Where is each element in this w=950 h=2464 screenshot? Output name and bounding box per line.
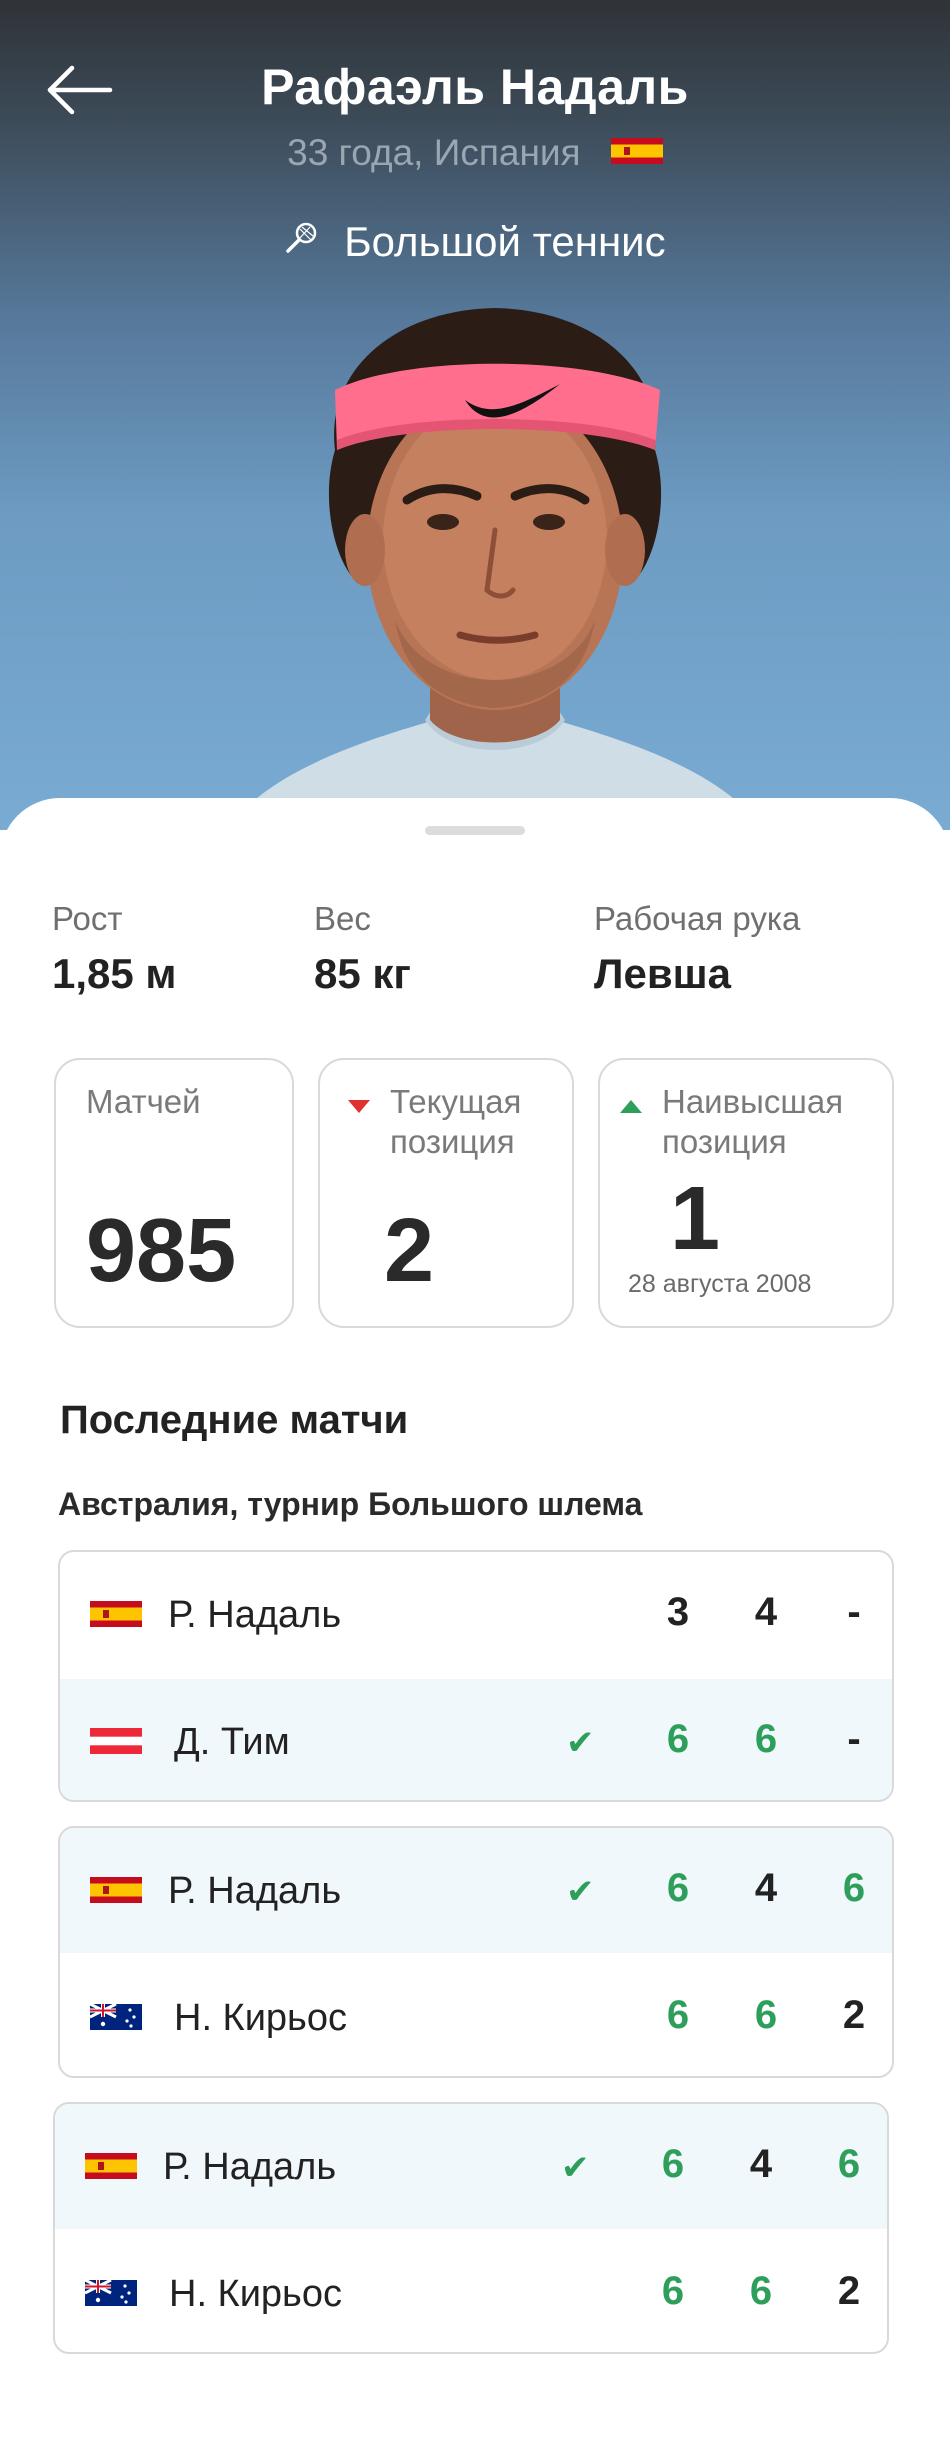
attr-height-value: 1,85 м <box>52 950 177 997</box>
spain-flag-icon <box>610 131 663 173</box>
spain-flag-icon <box>90 1601 142 1632</box>
attr-hand-label: Рабочая рука <box>594 900 801 937</box>
player-name-cell: Р. Надаль <box>168 1594 342 1636</box>
stat-card-matches: Матчей 985 <box>54 1058 294 1328</box>
set-score: - <box>847 1717 861 1761</box>
trend-down-icon <box>348 1100 370 1113</box>
austria-flag-icon <box>90 1728 142 1759</box>
set-score: 6 <box>754 1717 778 1761</box>
trend-up-icon <box>620 1100 642 1113</box>
set-score: 4 <box>754 1866 778 1910</box>
australia-flag-icon <box>84 2278 137 2311</box>
attr-weight-value: 85 кг <box>314 950 411 997</box>
attr-hand-value: Левша <box>594 950 732 997</box>
match-row-winner: Р. Надаль ✔ 6 4 6 <box>55 2104 887 2229</box>
match-card[interactable]: Р. Надаль ✔ 6 4 6 Н. Кирьос 6 6 2 <box>53 2102 889 2354</box>
player-name-cell: Н. Кирьос <box>169 2273 342 2315</box>
set-score: 6 <box>837 2142 861 2186</box>
match-row-winner: Д. Тим ✔ 6 6 - <box>60 1679 892 1800</box>
set-score: 2 <box>842 1993 866 2037</box>
winner-check-icon: ✔ <box>561 2149 590 2187</box>
drag-handle[interactable] <box>425 826 525 835</box>
match-row: Н. Кирьос 6 6 2 <box>55 2231 887 2352</box>
set-score: 6 <box>666 1993 690 2037</box>
set-score: 6 <box>666 1866 690 1910</box>
stat-highest-label: Наивысшая позиция <box>662 1083 844 1160</box>
stat-card-highest-position: Наивысшая позиция 1 28 августа 2008 <box>598 1058 894 1328</box>
set-score: 6 <box>661 2269 685 2313</box>
match-row-winner: Р. Надаль ✔ 6 4 6 <box>60 1828 892 1953</box>
player-age-country: 33 года, Испания <box>287 132 581 173</box>
set-score: 6 <box>842 1866 866 1910</box>
player-hero: Рафаэль Надаль 33 года, Испания Большой … <box>0 0 950 830</box>
player-photo <box>235 308 755 820</box>
attr-height: Рост 1,85 м <box>52 900 176 998</box>
match-card[interactable]: Р. Надаль ✔ 6 4 6 Н. Кирьос 6 6 2 <box>58 1826 894 2078</box>
spain-flag-icon <box>85 2153 137 2184</box>
match-row: Н. Кирьос 6 6 2 <box>60 1955 892 2076</box>
attr-hand: Рабочая рука Левша <box>594 900 800 998</box>
player-name-cell: Р. Надаль <box>168 1870 342 1912</box>
player-name-cell: Р. Надаль <box>163 2146 337 2188</box>
winner-check-icon: ✔ <box>566 1873 595 1911</box>
player-details-sheet: Рост 1,85 м Вес 85 кг Рабочая рука Левша… <box>0 798 950 2464</box>
set-score: 2 <box>837 2269 861 2313</box>
set-score: - <box>847 1590 861 1634</box>
stat-card-current-position: Текущая позиция 2 <box>318 1058 574 1328</box>
tournament-name: Австралия, турнир Большого шлема <box>58 1486 643 1522</box>
stat-matches-label: Матчей <box>86 1083 201 1120</box>
sport-label: Большой теннис <box>0 218 950 269</box>
spain-flag-icon <box>90 1877 142 1908</box>
sport-name: Большой теннис <box>344 218 666 265</box>
australia-flag-icon <box>89 2002 142 2035</box>
recent-matches-title: Последние матчи <box>60 1398 409 1442</box>
player-name-cell: Н. Кирьос <box>174 1997 347 2039</box>
stat-highest-date: 28 августа 2008 <box>628 1270 812 1298</box>
attr-weight-label: Вес <box>314 900 371 937</box>
set-score: 4 <box>749 2142 773 2186</box>
set-score: 6 <box>749 2269 773 2313</box>
player-name-cell: Д. Тим <box>174 1721 290 1763</box>
set-score: 6 <box>754 1993 778 2037</box>
player-subtitle: 33 года, Испания <box>0 132 950 176</box>
match-card[interactable]: Р. Надаль 3 4 - Д. Тим ✔ 6 6 - <box>58 1550 894 1802</box>
stat-highest-value: 1 <box>670 1169 721 1269</box>
set-score: 3 <box>666 1590 690 1634</box>
winner-check-icon: ✔ <box>566 1724 595 1762</box>
match-row: Р. Надаль 3 4 - <box>60 1552 892 1677</box>
stat-matches-value: 985 <box>86 1201 237 1301</box>
stat-current-value: 2 <box>384 1201 435 1301</box>
stat-current-label: Текущая позиция <box>390 1083 522 1160</box>
attr-height-label: Рост <box>52 900 123 937</box>
tennis-racket-icon <box>284 217 318 265</box>
set-score: 6 <box>661 2142 685 2186</box>
attr-weight: Вес 85 кг <box>314 900 411 998</box>
player-name: Рафаэль Надаль <box>261 59 689 115</box>
set-score: 6 <box>666 1717 690 1761</box>
set-score: 4 <box>754 1590 778 1634</box>
